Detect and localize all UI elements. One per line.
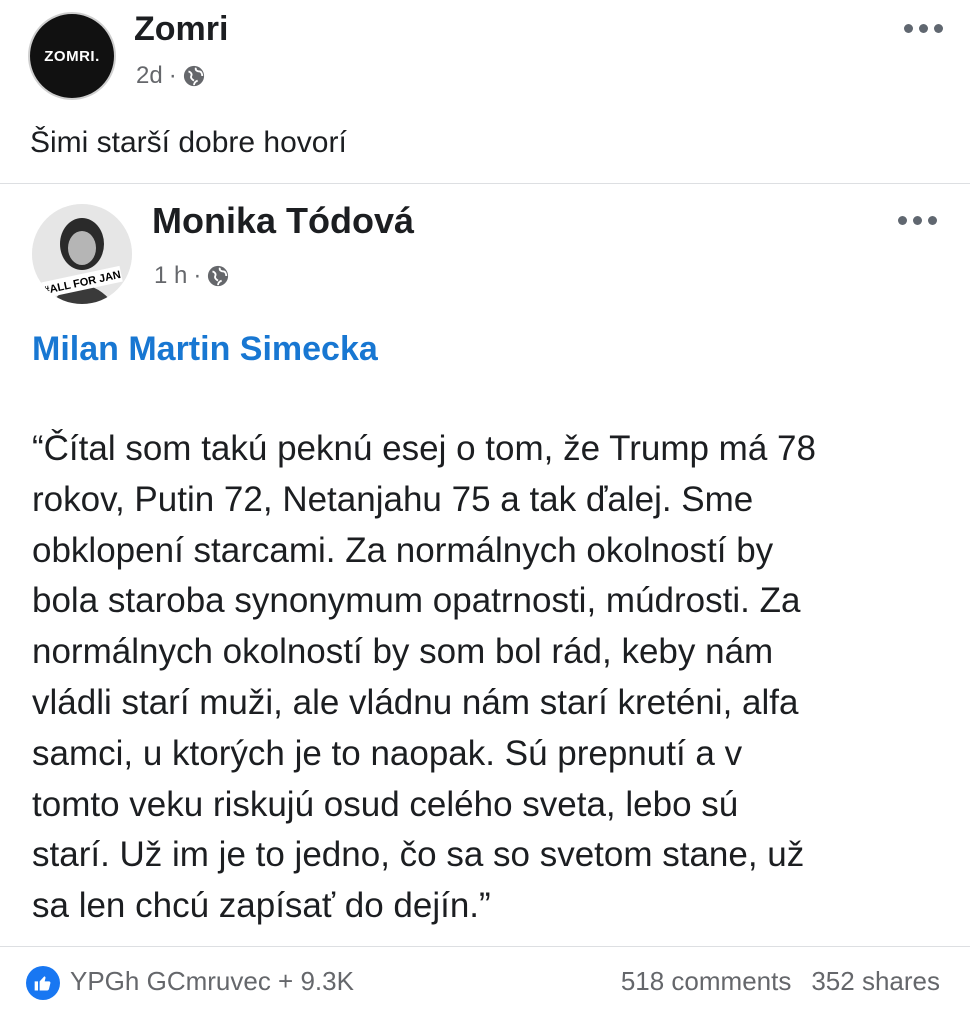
- post-meta: 2d ·: [136, 62, 205, 90]
- thumbs-up-icon: [34, 976, 51, 991]
- shared-author-avatar[interactable]: #ALL FOR JAN: [32, 204, 132, 304]
- globe-icon: [183, 65, 204, 87]
- more-options-icon[interactable]: [904, 24, 943, 33]
- post-time[interactable]: 2d: [136, 62, 163, 90]
- globe-icon: [208, 265, 229, 287]
- reactions-summary[interactable]: YPGh GCmruvec + 9.3K: [70, 966, 354, 997]
- engagement-counts: 518 comments 352 shares: [621, 966, 940, 997]
- post-caption: Šimi starší dobre hovorí: [30, 126, 347, 159]
- shared-more-options-icon[interactable]: [898, 216, 937, 225]
- shared-author-name[interactable]: Monika Tódová: [152, 200, 414, 242]
- like-reaction-icon[interactable]: [26, 966, 60, 1000]
- shared-post-time[interactable]: 1 h: [154, 262, 187, 290]
- tagged-person-link[interactable]: Milan Martin Simecka: [32, 330, 378, 369]
- avatar-logo-text: ZOMRI.: [44, 47, 100, 65]
- page-avatar[interactable]: ZOMRI.: [28, 12, 116, 100]
- shared-post-text: “Čítal som takú peknú esej o tom, že Tru…: [32, 429, 816, 926]
- divider: [0, 946, 970, 947]
- comments-count[interactable]: 518 comments: [621, 966, 792, 997]
- page-name[interactable]: Zomri: [134, 10, 228, 49]
- portrait-icon: #ALL FOR JAN: [32, 204, 132, 304]
- divider: [0, 183, 970, 184]
- shares-count[interactable]: 352 shares: [811, 966, 940, 997]
- shared-post-meta: 1 h ·: [154, 262, 229, 290]
